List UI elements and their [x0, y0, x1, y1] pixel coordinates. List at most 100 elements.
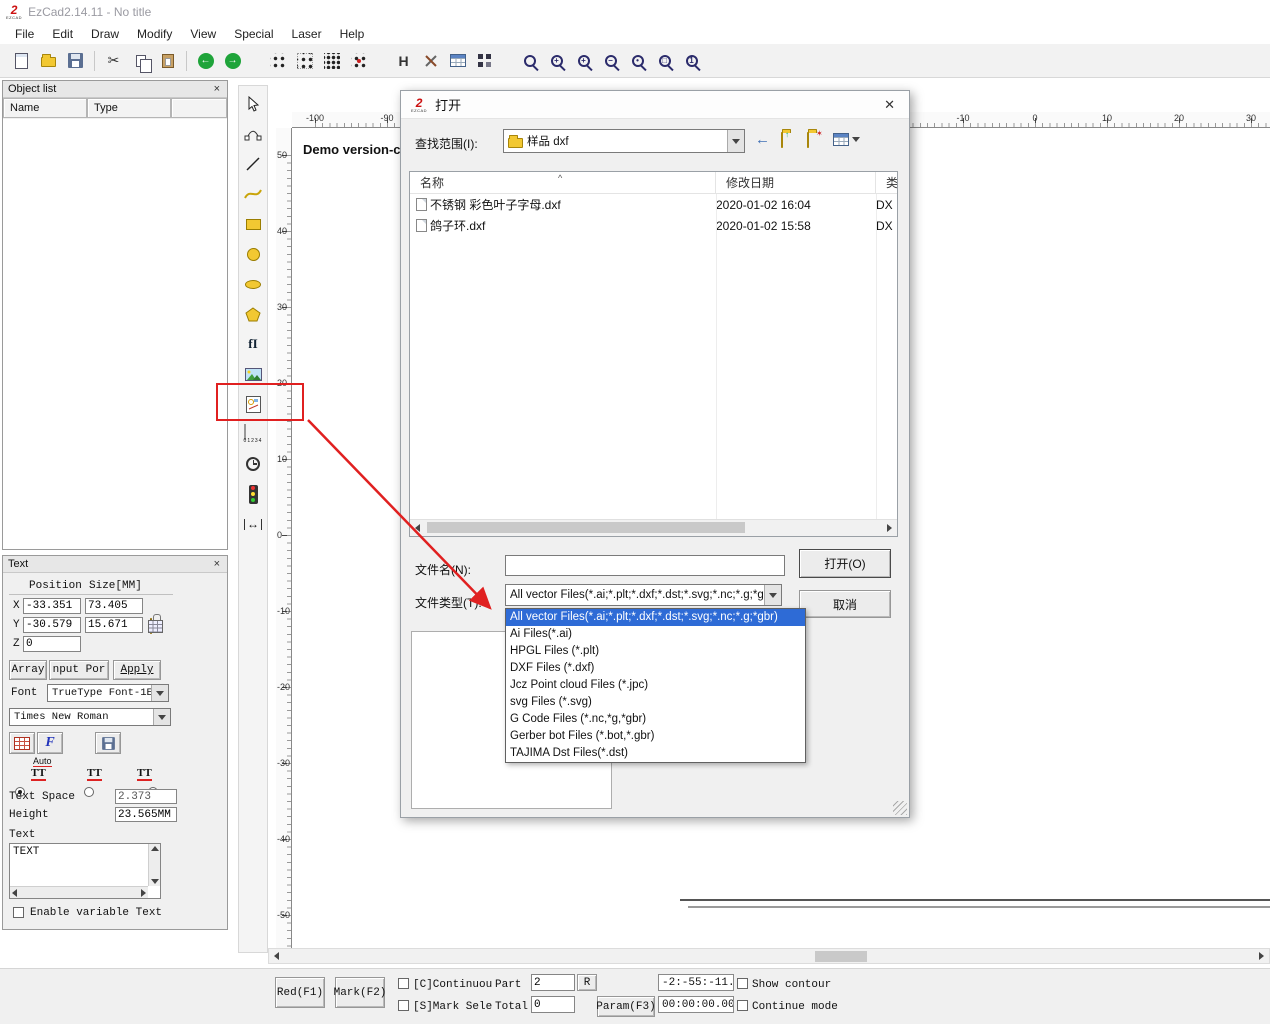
delay-tool[interactable]	[239, 449, 267, 479]
file-row[interactable]: 不锈钢 彩色叶子字母.dxf2020-01-02 16:04DX	[410, 194, 897, 215]
filetype-option[interactable]: Jcz Point cloud Files (*.jpc)	[506, 677, 805, 694]
param-f3-button[interactable]: Param(F3)	[597, 996, 655, 1017]
zoom-out-button[interactable]: −	[597, 48, 624, 74]
filetype-option[interactable]: Ai Files(*.ai)	[506, 626, 805, 643]
menu-item-file[interactable]: File	[6, 25, 43, 43]
zoom-selected-button[interactable]: •	[624, 48, 651, 74]
cancel-button[interactable]: 取消	[799, 590, 891, 618]
save-file-button[interactable]	[62, 48, 89, 74]
hatch-button[interactable]: H	[390, 48, 417, 74]
menu-item-special[interactable]: Special	[225, 25, 282, 43]
scroll-left-icon[interactable]	[410, 520, 425, 536]
total-count-input[interactable]	[531, 996, 575, 1013]
mark-preview-button-3[interactable]	[318, 48, 345, 74]
show-contour-checkbox[interactable]	[737, 978, 748, 989]
filename-input[interactable]	[505, 555, 785, 576]
close-icon[interactable]: ×	[212, 558, 222, 570]
zoom-in-alt-button[interactable]: +	[570, 48, 597, 74]
up-folder-button[interactable]: ↑	[781, 133, 783, 147]
z-position-input[interactable]	[23, 636, 81, 652]
scrollbar-thumb[interactable]	[427, 522, 745, 533]
menu-item-laser[interactable]: Laser	[283, 25, 331, 43]
part-count-input[interactable]	[531, 974, 575, 991]
menu-item-draw[interactable]: Draw	[82, 25, 128, 43]
continue-mode-checkbox[interactable]	[737, 1000, 748, 1011]
h-scrollbar-thumb[interactable]	[815, 951, 867, 962]
text-h-scrollbar[interactable]	[10, 886, 148, 898]
array-button[interactable]: Array	[9, 660, 47, 680]
align-left-radio[interactable]	[84, 787, 94, 797]
table-button[interactable]	[444, 48, 471, 74]
chevron-down-icon[interactable]	[153, 709, 170, 725]
column-header-date[interactable]: 修改日期	[716, 172, 876, 193]
input-port-button[interactable]: nput Por	[49, 660, 109, 680]
zoom-1to1-button[interactable]: 1	[678, 48, 705, 74]
look-in-combobox[interactable]: 样品 dxf	[503, 129, 745, 153]
dialog-close-icon[interactable]: ✕	[880, 97, 899, 113]
filetype-option[interactable]: HPGL Files (*.plt)	[506, 643, 805, 660]
canvas-h-scrollbar[interactable]	[268, 948, 1270, 964]
char-table-button[interactable]	[9, 732, 35, 754]
text-content-area[interactable]: TEXT	[9, 843, 161, 899]
circle-tool[interactable]	[239, 239, 267, 269]
menu-item-view[interactable]: View	[181, 25, 225, 43]
mark-preview-button-4[interactable]	[345, 48, 372, 74]
filetype-option[interactable]: G Code Files (*.nc,*g,*gbr)	[506, 711, 805, 728]
menu-item-modify[interactable]: Modify	[128, 25, 181, 43]
curve-tool[interactable]	[239, 179, 267, 209]
close-icon[interactable]: ×	[212, 83, 222, 95]
red-f1-button[interactable]: Red(F1)	[275, 977, 325, 1008]
matrix-button[interactable]	[471, 48, 498, 74]
filetype-option[interactable]: Gerber bot Files (*.bot,*.gbr)	[506, 728, 805, 745]
io-control-tool[interactable]	[239, 479, 267, 509]
mark-preview-button-1[interactable]	[264, 48, 291, 74]
save-font-button[interactable]	[95, 732, 121, 754]
text-space-input[interactable]	[115, 789, 177, 804]
copy-button[interactable]	[127, 48, 154, 74]
y-size-input[interactable]	[85, 617, 143, 633]
mark-preview-button-2[interactable]	[291, 48, 318, 74]
continuous-checkbox[interactable]	[398, 978, 409, 989]
mark-selected-checkbox[interactable]	[398, 1000, 409, 1011]
menu-item-edit[interactable]: Edit	[43, 25, 82, 43]
scroll-right-icon[interactable]	[882, 520, 897, 536]
x-size-input[interactable]	[85, 598, 143, 614]
height-input[interactable]	[115, 807, 177, 822]
column-header-type[interactable]: 类	[876, 172, 898, 193]
open-button[interactable]: 打开(O)	[799, 549, 891, 578]
column-header-type[interactable]: Type	[87, 98, 171, 118]
enable-variable-text-checkbox[interactable]	[13, 907, 24, 918]
r-button[interactable]: R	[577, 974, 597, 991]
file-row[interactable]: 鸽子环.dxf2020-01-02 15:58DX	[410, 215, 897, 236]
new-folder-button[interactable]: ✶	[807, 133, 809, 147]
column-header-name[interactable]: 名称	[410, 172, 716, 193]
scroll-left-icon[interactable]	[269, 949, 284, 963]
redo-button[interactable]: →	[219, 48, 246, 74]
back-button[interactable]: ←	[755, 131, 770, 148]
ellipse-tool[interactable]	[239, 269, 267, 299]
resize-grip[interactable]	[893, 801, 907, 815]
paste-button[interactable]	[154, 48, 181, 74]
filetype-option[interactable]: DXF Files (*.dxf)	[506, 660, 805, 677]
tools-button[interactable]	[417, 48, 444, 74]
anchor-grid-icon[interactable]	[148, 620, 163, 633]
text-v-scrollbar[interactable]	[148, 844, 160, 886]
column-header-name[interactable]: Name	[3, 98, 87, 118]
chevron-down-icon[interactable]	[764, 585, 781, 605]
text-tool[interactable]: fI	[239, 329, 267, 359]
chevron-down-icon[interactable]	[727, 130, 744, 152]
filetype-option[interactable]: All vector Files(*.ai;*.plt;*.dxf;*.dst;…	[506, 609, 805, 626]
cut-button[interactable]: ✂	[100, 48, 127, 74]
polygon-tool[interactable]	[239, 299, 267, 329]
zoom-in-button[interactable]: +	[543, 48, 570, 74]
y-position-input[interactable]	[23, 617, 81, 633]
zoom-window-button[interactable]	[516, 48, 543, 74]
line-tool[interactable]	[239, 149, 267, 179]
open-file-button[interactable]	[35, 48, 62, 74]
rectangle-tool[interactable]	[239, 209, 267, 239]
filetype-option[interactable]: TAJIMA Dst Files(*.dst)	[506, 745, 805, 762]
menu-item-help[interactable]: Help	[331, 25, 374, 43]
undo-button[interactable]: ←	[192, 48, 219, 74]
filetype-option[interactable]: svg Files (*.svg)	[506, 694, 805, 711]
apply-button[interactable]: Apply	[113, 660, 161, 680]
